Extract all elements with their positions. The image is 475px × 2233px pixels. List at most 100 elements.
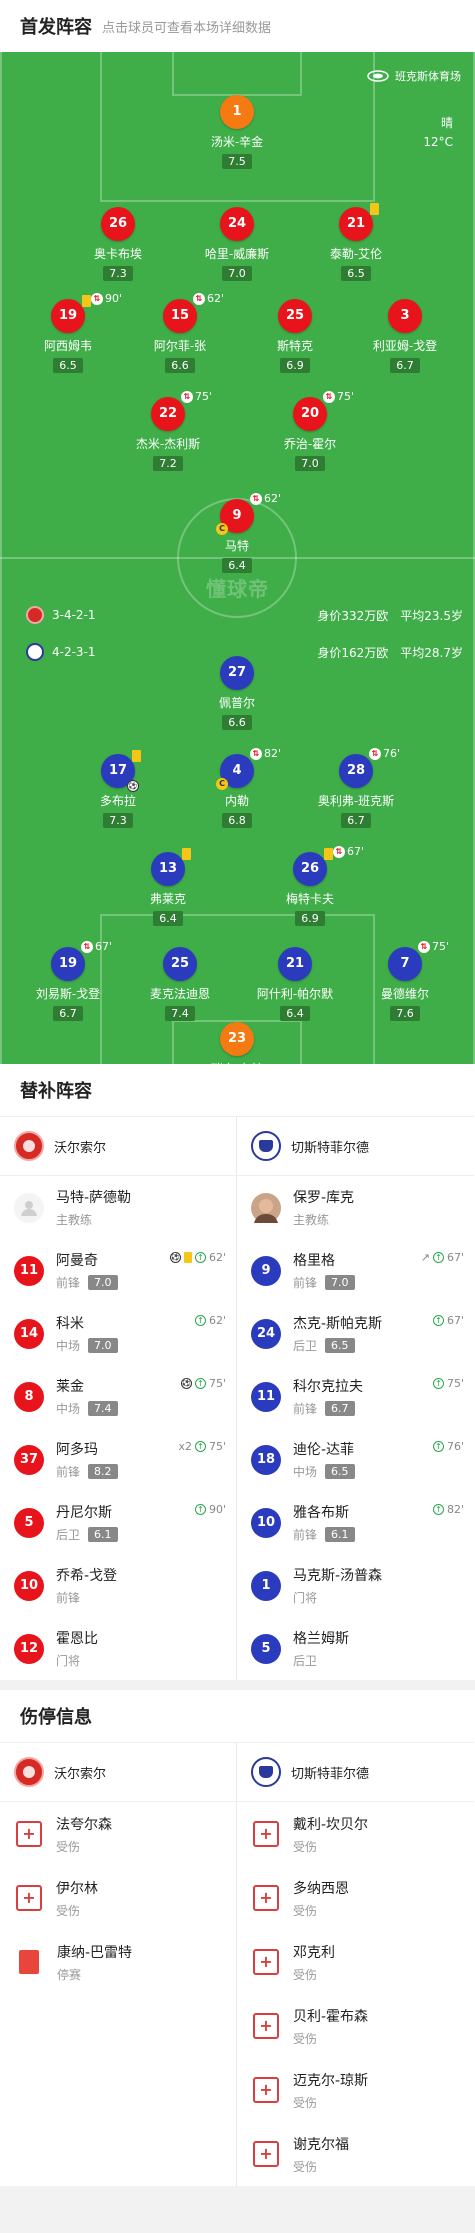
substitute-info: 莱金 中场 7.4 xyxy=(56,1376,118,1417)
player-number-badge: 26 xyxy=(101,207,135,241)
player-name: 曼德维尔 xyxy=(380,987,429,1001)
away-average-age: 平均28.7岁 xyxy=(400,645,463,660)
substitute-row[interactable]: 5 格兰姆斯 后卫 xyxy=(237,1617,474,1680)
watermark: 懂球帝 xyxy=(206,577,269,601)
player-rating: 6.9 xyxy=(295,911,325,926)
player-marker[interactable]: 22 ⇅ 75' 杰米-杰利斯 7.2 xyxy=(113,391,223,471)
substitute-row[interactable]: 9 格里格 前锋 7.0 ↗ ↑ 67' xyxy=(237,1239,474,1302)
injury-row[interactable]: 谢克尔福受伤 xyxy=(237,2122,474,2186)
injured-player-name: 戴利-坎贝尔 xyxy=(293,1816,369,1833)
home-coach-row[interactable]: 马特-萨德勒 主教练 xyxy=(0,1176,236,1239)
substitute-name: 丹尼尔斯 xyxy=(56,1505,112,1521)
player-name: 梅特卡夫 xyxy=(285,892,334,906)
substitution-out-icon: ⇅ xyxy=(193,293,205,305)
substitute-row[interactable]: 8 莱金 中场 7.4 ⚽ ↑ 75' xyxy=(0,1365,236,1428)
injury-info: 伊尔林 受伤 xyxy=(56,1878,98,1919)
player-marker[interactable]: 26 ⇅ 67' 梅特卡夫 6.9 xyxy=(255,846,365,926)
injury-row[interactable]: 贝利-霍布森受伤 xyxy=(237,1994,474,2058)
player-marker[interactable]: 1 汤米-辛金 7.5 xyxy=(182,95,292,169)
substitute-info: 丹尼尔斯 后卫 6.1 xyxy=(56,1502,118,1543)
medical-kit-icon xyxy=(253,2077,279,2103)
injury-row[interactable]: 邓克利受伤 xyxy=(237,1930,474,1994)
player-marker[interactable]: 23瑞安-布特7.2 xyxy=(182,1022,292,1064)
injury-status: 受伤 xyxy=(56,1839,81,1854)
player-marker[interactable]: 4 C ⇅ 82' 内勒 6.8 xyxy=(182,748,292,828)
injury-row[interactable]: 法夸尔森受伤 xyxy=(0,1802,236,1866)
injured-player-name: 多纳西恩 xyxy=(293,1880,349,1897)
player-number-badge: 13 xyxy=(151,848,191,886)
substitution-minute: 82' xyxy=(264,747,282,760)
player-marker[interactable]: 21 阿什利-帕尔默 6.4 xyxy=(240,947,350,1021)
player-name: 佩普尔 xyxy=(218,696,255,710)
player-marker[interactable]: 13 弗莱克 6.4 xyxy=(113,848,223,926)
player-marker[interactable]: 19 ⇅ 67' 刘易斯-戈登 6.7 xyxy=(13,941,123,1021)
substitute-meta: 前锋 8.2 xyxy=(56,1463,118,1480)
away-injuries-team[interactable]: 切斯特菲尔德 xyxy=(237,1742,474,1802)
substitute-event: ⚽ ↑ 62' xyxy=(169,1251,226,1264)
player-name: 哈里-威廉斯 xyxy=(204,247,270,261)
player-marker[interactable]: 26 奥卡布埃 7.3 xyxy=(63,207,173,281)
player-name: 奥卡布埃 xyxy=(93,247,142,261)
pitch: 班克斯体育场 晴 12°C 懂球帝 3-4-2-1 身价332万欧 平均23.5… xyxy=(0,52,475,1064)
player-marker[interactable]: 15 ⇅ 62' 阿尔菲-张 6.6 xyxy=(125,293,235,373)
substitution-in-icon: ↑ xyxy=(432,1252,444,1263)
player-marker[interactable]: 9 C ⇅ 62' 马特 6.4 xyxy=(182,493,292,573)
player-name: 内勒 xyxy=(224,794,249,808)
substitute-number-badge: 37 xyxy=(14,1444,44,1475)
home-team-summary: 3-4-2-1 身价332万欧 平均23.5岁 xyxy=(26,606,463,624)
away-coach-row[interactable]: 保罗-库克 主教练 xyxy=(237,1176,474,1239)
player-marker[interactable]: 7 ⇅ 75' 曼德维尔 7.6 xyxy=(350,941,460,1021)
home-subs-team[interactable]: 沃尔索尔 xyxy=(0,1116,236,1176)
substitute-row[interactable]: 14 科米 中场 7.0 ↑ 62' xyxy=(0,1302,236,1365)
player-rating: 7.5 xyxy=(222,154,252,169)
lineup-header: 首发阵容 点击球员可查看本场详细数据 xyxy=(0,0,475,52)
away-subs-team[interactable]: 切斯特菲尔德 xyxy=(237,1116,474,1176)
substitute-row[interactable]: 12 霍恩比 门将 xyxy=(0,1617,236,1680)
substitution-out-icon: ⇅ xyxy=(250,748,262,760)
player-marker[interactable]: 21 泰勒-艾伦 6.5 xyxy=(301,203,411,281)
substitute-event: ↑ 90' xyxy=(194,1503,226,1516)
player-marker[interactable]: 28 ⇅ 76' 奥利弗-班克斯 6.7 xyxy=(301,748,411,828)
yellow-card-icon xyxy=(132,750,141,762)
home-injuries-team[interactable]: 沃尔索尔 xyxy=(0,1742,236,1802)
substitute-meta: 门将 xyxy=(56,1652,98,1669)
injury-row[interactable]: 康纳-巴雷特 停赛 xyxy=(0,1930,236,1994)
player-rating: 7.6 xyxy=(390,1006,420,1021)
player-name: 刘易斯-戈登 xyxy=(35,987,101,1001)
medical-kit-icon xyxy=(253,1885,279,1911)
substitute-row[interactable]: 24 杰克-斯帕克斯 后卫 6.5 ↑ 67' xyxy=(237,1302,474,1365)
injury-row[interactable]: 戴利-坎贝尔受伤 xyxy=(237,1802,474,1866)
player-marker[interactable]: 24 哈里-威廉斯 7.0 xyxy=(182,207,292,281)
substitute-row[interactable]: 37 阿多玛 前锋 8.2 x2 ↑ 75' xyxy=(0,1428,236,1491)
player-marker[interactable]: 20 ⇅ 75' 乔治-霍尔 7.0 xyxy=(255,391,365,471)
substitute-meta: 后卫 6.5 xyxy=(293,1337,382,1354)
player-marker[interactable]: 25 斯特克 6.9 xyxy=(240,299,350,373)
substitution-minute: 67' xyxy=(446,1251,464,1264)
away-subs-list: 9 格里格 前锋 7.0 ↗ ↑ 67' 24 杰克-斯帕克斯 后卫 6.5 ↑ 67' 11 科尔克拉夫前… xyxy=(237,1239,474,1680)
player-marker[interactable]: 3 利亚姆-戈登 6.7 xyxy=(350,299,460,373)
substitute-row[interactable]: 11 阿曼奇 前锋 7.0 ⚽ ↑ 62' xyxy=(0,1239,236,1302)
substitution-out-icon: ⇅ xyxy=(369,748,381,760)
substitute-row[interactable]: 5 丹尼尔斯 后卫 6.1 ↑ 90' xyxy=(0,1491,236,1554)
yellow-card-icon xyxy=(183,1252,192,1263)
injury-row[interactable]: 多纳西恩受伤 xyxy=(237,1866,474,1930)
substitute-number-badge: 9 xyxy=(251,1255,281,1286)
player-marker[interactable]: 25 麦克法迪恩 7.4 xyxy=(125,947,235,1021)
injury-row[interactable]: 迈克尔-琼斯受伤 xyxy=(237,2058,474,2122)
substitute-row[interactable]: 10 雅各布斯 前锋 6.1 ↑ 82' xyxy=(237,1491,474,1554)
player-number-badge: 21 xyxy=(339,203,379,241)
player-marker[interactable]: 17 ⚽ 多布拉 7.3 xyxy=(63,750,173,828)
substitute-name: 迪伦-达菲 xyxy=(293,1442,355,1458)
player-marker[interactable]: 27 佩普尔 6.6 xyxy=(182,656,292,730)
substitute-row[interactable]: 18 迪伦-达菲 中场 6.5 ↑ 76' xyxy=(237,1428,474,1491)
player-marker[interactable]: 19 ⇅ 90' 阿西姆韦 6.5 xyxy=(13,293,123,373)
substitute-row[interactable]: 11 科尔克拉夫 前锋 6.7 ↑ 75' xyxy=(237,1365,474,1428)
injury-row[interactable]: 伊尔林受伤 xyxy=(0,1866,236,1930)
substitute-name: 雅各布斯 xyxy=(293,1505,349,1521)
substitution-minute: 75' xyxy=(195,390,213,403)
player-name: 阿西姆韦 xyxy=(43,339,92,353)
substitute-row[interactable]: 10 乔希-戈登 前锋 xyxy=(0,1554,236,1617)
substitute-row[interactable]: 1 马克斯-汤普森 门将 xyxy=(237,1554,474,1617)
home-formation: 3-4-2-1 xyxy=(52,608,96,622)
player-rating: 6.9 xyxy=(280,358,310,373)
